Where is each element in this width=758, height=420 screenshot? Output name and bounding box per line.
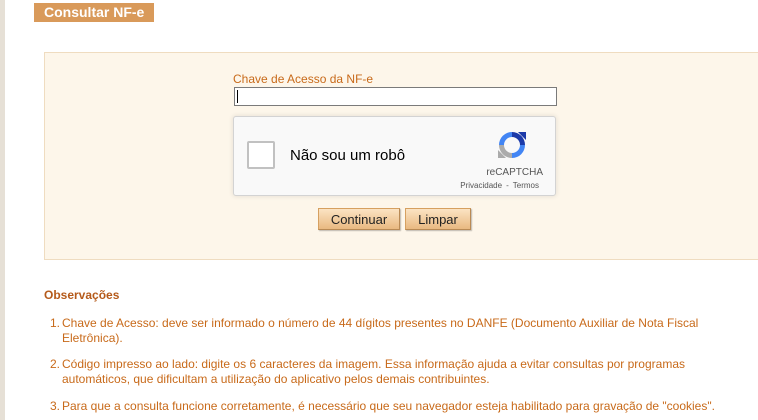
observation-number: 3. xyxy=(50,399,61,413)
observation-text: Para que a consulta funcione corretament… xyxy=(62,399,715,413)
clear-button[interactable]: Limpar xyxy=(405,208,471,230)
access-key-input[interactable] xyxy=(234,87,557,106)
page-title: Consultar NF-e xyxy=(34,3,154,22)
left-border-strip xyxy=(0,0,5,420)
recaptcha-terms-link[interactable]: Termos xyxy=(513,181,539,190)
observation-text-continued: automáticos, que dificultam a utilização… xyxy=(62,372,490,386)
recaptcha-link-separator: - xyxy=(506,181,509,190)
continue-button[interactable]: Continuar xyxy=(318,208,400,230)
observation-text-continued: Eletrônica). xyxy=(62,331,123,345)
recaptcha-brand: reCAPTCHA xyxy=(486,167,543,178)
observations-title: Observações xyxy=(44,288,120,302)
recaptcha-widget: Não sou um robô reCAPTCHA Privacidade - Te… xyxy=(233,116,556,196)
access-key-label: Chave de Acesso da NF-e xyxy=(233,72,374,86)
observation-text: Código impresso ao lado: digite os 6 car… xyxy=(62,357,685,371)
recaptcha-checkbox[interactable] xyxy=(247,141,275,169)
recaptcha-links: Privacidade - Termos xyxy=(458,181,541,190)
observation-item: 1. Chave de Acesso: deve ser informado o … xyxy=(50,316,740,346)
observation-number: 1. xyxy=(50,316,61,330)
recaptcha-privacy-link[interactable]: Privacidade xyxy=(460,181,502,190)
observation-item: 2. Código impresso ao lado: digite os 6 c… xyxy=(50,357,740,387)
text-caret xyxy=(237,90,238,103)
recaptcha-checkbox-label: Não sou um robô xyxy=(290,147,406,164)
recaptcha-logo-icon xyxy=(498,132,526,158)
observation-item: 3. Para que a consulta funcione corretame… xyxy=(50,399,740,414)
observation-text: Chave de Acesso: deve ser informado o nú… xyxy=(62,316,699,330)
observation-number: 2. xyxy=(50,357,61,371)
